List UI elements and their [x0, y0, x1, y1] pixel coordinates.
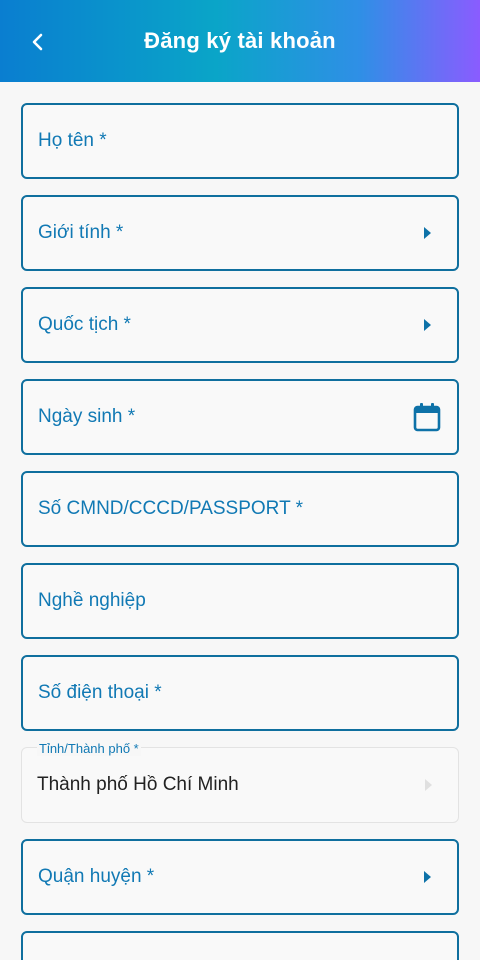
caret-right-icon: [424, 871, 431, 883]
occupation-label: Nghề nghiệp: [38, 590, 146, 611]
gender-label: Giới tính *: [38, 222, 124, 243]
full-name-label: Họ tên *: [38, 130, 107, 151]
district-label: Quận huyện *: [38, 866, 155, 887]
province-floating-label: Tỉnh/Thành phố *: [37, 741, 141, 756]
phone-label: Số điện thoại *: [38, 682, 162, 703]
phone-field[interactable]: Số điện thoại *: [21, 655, 459, 731]
province-value: Thành phố Hồ Chí Minh: [37, 774, 239, 795]
caret-right-icon: [424, 227, 431, 239]
nationality-label: Quốc tịch *: [38, 314, 131, 335]
registration-form: Họ tên * Giới tính * Quốc tịch * Ngày si…: [0, 82, 480, 960]
birthdate-label: Ngày sinh *: [38, 406, 136, 427]
id-number-field[interactable]: Số CMND/CCCD/PASSPORT *: [21, 471, 459, 547]
full-name-field[interactable]: Họ tên *: [21, 103, 459, 179]
birthdate-field[interactable]: Ngày sinh *: [21, 379, 459, 455]
occupation-field[interactable]: Nghề nghiệp: [21, 563, 459, 639]
gender-select[interactable]: Giới tính *: [21, 195, 459, 271]
back-button[interactable]: [22, 26, 54, 58]
next-field-partial[interactable]: [21, 931, 459, 960]
district-select[interactable]: Quận huyện *: [21, 839, 459, 915]
chevron-left-icon: [32, 33, 43, 51]
nationality-select[interactable]: Quốc tịch *: [21, 287, 459, 363]
id-number-label: Số CMND/CCCD/PASSPORT *: [38, 498, 303, 519]
caret-right-icon: [425, 779, 432, 791]
page-title: Đăng ký tài khoản: [144, 28, 336, 53]
caret-right-icon: [424, 319, 431, 331]
app-header: Đăng ký tài khoản: [0, 0, 480, 82]
province-select[interactable]: Tỉnh/Thành phố * Thành phố Hồ Chí Minh: [21, 741, 459, 823]
calendar-icon[interactable]: [413, 402, 441, 432]
